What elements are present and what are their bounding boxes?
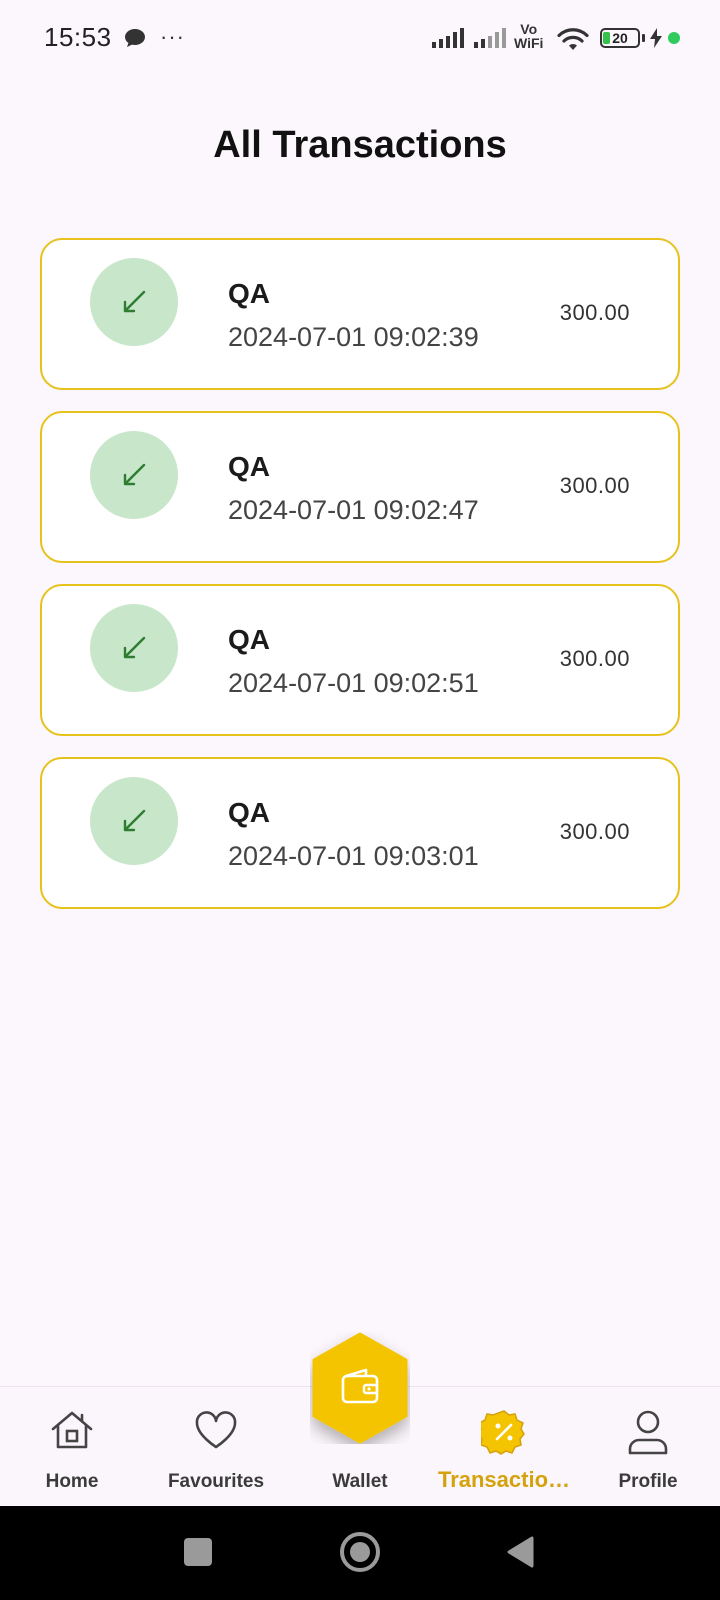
nav-label-wallet: Wallet bbox=[332, 1471, 388, 1492]
wifi-icon bbox=[557, 28, 589, 50]
nav-profile[interactable]: Profile bbox=[576, 1387, 720, 1507]
status-bar: 15:53 ··· Vo WiFi 20 bbox=[0, 0, 720, 78]
transaction-amount: 300.00 bbox=[559, 473, 630, 498]
battery-icon: 20 bbox=[600, 28, 640, 48]
vowifi-vo: Vo bbox=[520, 21, 538, 37]
transaction-date: 2024-07-01 09:03:01 bbox=[228, 841, 479, 871]
system-home-button[interactable] bbox=[340, 1532, 380, 1572]
transaction-list: QA 2024-07-01 09:02:39 300.00 QA 2024-07… bbox=[40, 238, 680, 930]
user-icon bbox=[628, 1410, 668, 1455]
transaction-name: QA bbox=[228, 797, 270, 828]
incoming-circle bbox=[90, 258, 178, 346]
page-title: All Transactions bbox=[213, 124, 507, 166]
nav-favourites[interactable]: Favourites bbox=[144, 1387, 288, 1507]
vowifi-indicator: Vo WiFi bbox=[514, 22, 543, 50]
transaction-card[interactable]: QA 2024-07-01 09:03:01 300.00 bbox=[40, 757, 680, 909]
discount-badge-icon bbox=[481, 1410, 525, 1455]
transaction-card[interactable]: QA 2024-07-01 09:02:51 300.00 bbox=[40, 584, 680, 736]
home-icon bbox=[51, 1411, 93, 1449]
transaction-name: QA bbox=[228, 451, 270, 482]
wallet-fab-button[interactable] bbox=[310, 1332, 410, 1444]
transaction-name: QA bbox=[228, 278, 270, 309]
heart-icon bbox=[195, 1411, 237, 1449]
signal-icon bbox=[432, 28, 464, 48]
message-icon bbox=[125, 29, 145, 47]
transaction-date: 2024-07-01 09:02:51 bbox=[228, 668, 479, 698]
nav-label-home: Home bbox=[45, 1471, 99, 1492]
nav-label-profile: Profile bbox=[618, 1471, 678, 1492]
nav-home[interactable]: Home bbox=[0, 1387, 144, 1507]
nav-transactions[interactable]: Transactio… bbox=[432, 1387, 576, 1507]
transaction-amount: 300.00 bbox=[559, 646, 630, 671]
incoming-circle bbox=[90, 777, 178, 865]
arrow-down-left-icon bbox=[123, 463, 146, 486]
transaction-amount: 300.00 bbox=[559, 300, 630, 325]
nav-label-transactions: Transactio… bbox=[437, 1467, 571, 1492]
battery-tip bbox=[642, 34, 645, 42]
more-notifications-icon: ··· bbox=[160, 24, 185, 49]
incoming-circle bbox=[90, 604, 178, 692]
recent-apps-button[interactable] bbox=[184, 1538, 212, 1566]
transaction-date: 2024-07-01 09:02:39 bbox=[228, 322, 479, 352]
system-navigation-bar bbox=[0, 1506, 720, 1600]
transaction-card[interactable]: QA 2024-07-01 09:02:39 300.00 bbox=[40, 238, 680, 390]
nav-label-favourites: Favourites bbox=[167, 1471, 265, 1492]
arrow-down-left-icon bbox=[123, 809, 146, 832]
privacy-indicator-dot bbox=[668, 32, 680, 44]
charging-icon bbox=[650, 28, 662, 48]
transaction-date: 2024-07-01 09:02:47 bbox=[228, 495, 479, 525]
incoming-circle bbox=[90, 431, 178, 519]
vowifi-wifi: WiFi bbox=[514, 35, 544, 51]
transaction-name: QA bbox=[228, 624, 270, 655]
transaction-amount: 300.00 bbox=[559, 819, 630, 844]
status-time: 15:53 bbox=[44, 22, 112, 52]
arrow-down-left-icon bbox=[123, 290, 146, 313]
signal-icon-secondary bbox=[474, 28, 506, 48]
transaction-card[interactable]: QA 2024-07-01 09:02:47 300.00 bbox=[40, 411, 680, 563]
back-button[interactable] bbox=[506, 1536, 534, 1568]
arrow-down-left-icon bbox=[123, 636, 146, 659]
